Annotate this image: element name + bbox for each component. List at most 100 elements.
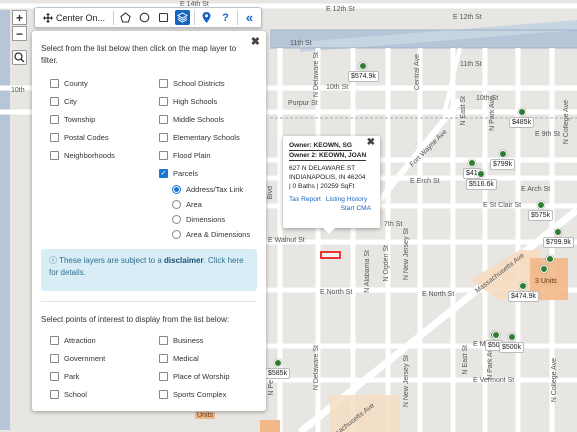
disclaimer-link[interactable]: disclaimer xyxy=(164,256,204,265)
checkbox[interactable] xyxy=(50,372,59,381)
checkbox[interactable] xyxy=(50,390,59,399)
radio[interactable] xyxy=(172,200,181,209)
street-label: 10th xyxy=(11,87,25,94)
street-label: N Delaware St xyxy=(313,345,320,391)
checkbox[interactable] xyxy=(50,151,59,160)
checkbox[interactable] xyxy=(50,336,59,345)
listing-pin[interactable]: $585k xyxy=(265,359,291,379)
street-label: E 12th St xyxy=(453,14,482,21)
poi-option-park[interactable]: Park xyxy=(50,372,79,381)
checkbox-checked[interactable]: ✓ xyxy=(159,169,168,178)
layer-option-high-schools[interactable]: High Schools xyxy=(159,97,217,106)
draw-rectangle-button[interactable] xyxy=(156,10,171,25)
tax-report-link[interactable]: Tax Report xyxy=(289,196,321,203)
layer-option-city[interactable]: City xyxy=(50,97,77,106)
street-label: N Delaware St xyxy=(313,52,320,98)
listing-pin[interactable]: $500k xyxy=(499,333,525,353)
checkbox[interactable] xyxy=(159,372,168,381)
layer-option-school-districts[interactable]: School Districts xyxy=(159,79,225,88)
street-label: E Walnut St xyxy=(268,237,305,244)
parcel-option-dimensions[interactable]: Dimensions xyxy=(172,215,225,224)
poi-option-business[interactable]: Business xyxy=(159,336,203,345)
collapse-toolbar-button[interactable]: « xyxy=(242,10,257,25)
poi-option-medical[interactable]: Medical xyxy=(159,354,199,363)
street-label: N New Jersey St xyxy=(403,355,410,408)
listing-pin[interactable]: $485k xyxy=(509,108,535,128)
checkbox[interactable] xyxy=(50,133,59,142)
checkbox[interactable] xyxy=(159,97,168,106)
checkbox[interactable] xyxy=(159,115,168,124)
listing-pin[interactable]: $575k xyxy=(528,201,554,221)
radio[interactable] xyxy=(172,215,181,224)
listing-pin[interactable]: $799k xyxy=(490,150,516,170)
cluster-label[interactable]: 3 Units xyxy=(533,278,559,285)
place-pin-button[interactable] xyxy=(199,10,214,25)
parcel-option-area[interactable]: Area xyxy=(172,200,202,209)
checkbox[interactable] xyxy=(159,354,168,363)
cluster-label[interactable]: Units xyxy=(195,412,215,419)
poi-option-sports-complex[interactable]: Sports Complex xyxy=(159,390,226,399)
listing-dot[interactable] xyxy=(492,331,500,339)
zoom-out-button[interactable]: − xyxy=(12,26,27,41)
poi-option-place-of-worship[interactable]: Place of Worship xyxy=(159,372,230,381)
layer-option-middle-schools[interactable]: Middle Schools xyxy=(159,115,224,124)
listing-pin[interactable]: $516.6k xyxy=(466,170,497,190)
listing-history-link[interactable]: Listing History xyxy=(326,196,367,203)
layer-option-neighborhoods[interactable]: Neighborhoods xyxy=(50,151,115,160)
street-label: 11th St xyxy=(460,61,482,68)
checkbox[interactable] xyxy=(50,79,59,88)
radio-selected[interactable] xyxy=(172,185,181,194)
center-on-label: Center On... xyxy=(56,12,106,23)
listing-dot[interactable] xyxy=(540,265,548,273)
street-label: 11th St xyxy=(290,40,312,47)
disclaimer-info-box[interactable]: ⓘ These layers are subject to a disclaim… xyxy=(41,249,257,291)
parcel-option-address-tax-link[interactable]: Address/Tax Link xyxy=(172,185,243,194)
listing-dot[interactable] xyxy=(546,255,554,263)
toolbar-divider xyxy=(194,10,196,25)
checkbox[interactable] xyxy=(159,133,168,142)
layer-option-township[interactable]: Township xyxy=(50,115,95,124)
help-button[interactable]: ? xyxy=(218,10,233,25)
street-label: N College Ave xyxy=(563,100,570,145)
listing-pin[interactable]: $474.9k xyxy=(508,282,539,302)
draw-circle-button[interactable] xyxy=(137,10,152,25)
parcel-option-area-dimensions[interactable]: Area & Dimensions xyxy=(172,230,250,239)
checkbox[interactable] xyxy=(159,336,168,345)
property-address-line1: 627 N DELAWARE ST xyxy=(289,165,356,172)
map-toolbar: Center On... ? « xyxy=(34,7,263,28)
layer-option-county[interactable]: County xyxy=(50,79,88,88)
poi-option-school[interactable]: School xyxy=(50,390,87,399)
listing-pin[interactable]: $799.9k xyxy=(543,228,574,248)
layer-option-flood-plain[interactable]: Flood Plain xyxy=(159,151,211,160)
checkbox[interactable] xyxy=(50,115,59,124)
start-cma-link[interactable]: Start CMA xyxy=(289,204,374,213)
street-label: E Erch St xyxy=(410,178,440,185)
checkbox[interactable] xyxy=(159,390,168,399)
panel-intro-text: Select from the list below then click on… xyxy=(41,44,237,65)
checkbox[interactable] xyxy=(50,97,59,106)
zoom-in-button[interactable]: + xyxy=(12,10,27,25)
street-label: E North St xyxy=(422,291,455,298)
selected-parcel-marker[interactable] xyxy=(320,251,341,259)
close-popup-button[interactable]: ✖ xyxy=(367,138,375,148)
pin-icon xyxy=(202,12,211,23)
draw-polygon-button[interactable] xyxy=(118,10,133,25)
listing-pin[interactable]: $574.9k xyxy=(348,62,379,82)
layer-option-parcels[interactable]: ✓ Parcels xyxy=(159,169,198,178)
owner-name: Owner: KEOWN, SG xyxy=(289,142,353,151)
street-label: N Ogden St xyxy=(383,245,390,282)
property-address-line2: INDIANAPOLIS, IN 46204 xyxy=(289,174,366,181)
center-on-button[interactable]: Center On... xyxy=(39,12,109,23)
zoom-extent-button[interactable] xyxy=(12,50,27,65)
poi-option-attraction[interactable]: Attraction xyxy=(50,336,96,345)
layer-option-postal-codes[interactable]: Postal Codes xyxy=(50,133,109,142)
layer-option-elementary-schools[interactable]: Elementary Schools xyxy=(159,133,240,142)
toolbar-divider xyxy=(237,10,239,25)
street-label: 7th St xyxy=(384,221,403,228)
layers-button[interactable] xyxy=(175,10,191,25)
radio[interactable] xyxy=(172,230,181,239)
poi-option-government[interactable]: Government xyxy=(50,354,105,363)
checkbox[interactable] xyxy=(159,79,168,88)
checkbox[interactable] xyxy=(159,151,168,160)
checkbox[interactable] xyxy=(50,354,59,363)
